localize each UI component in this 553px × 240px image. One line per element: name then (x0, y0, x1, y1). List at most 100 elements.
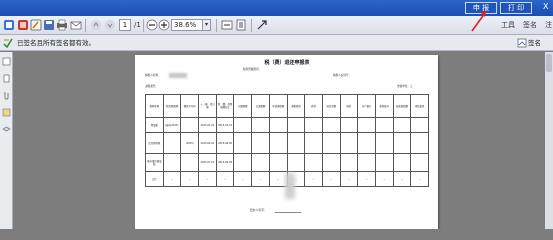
table-header-cell: 国库 (339, 94, 359, 118)
email-icon[interactable] (70, 19, 82, 31)
table-cell: -- (304, 171, 323, 187)
table-cell: -- (392, 171, 412, 187)
vertical-scrollbar[interactable] (545, 52, 553, 229)
table-header-row: 税种名称 税款所属期 缴款书号码 入（退）库日期 税（费）款所属期起止 已缴税额 已退税额申… (145, 94, 429, 118)
table-header-cell: 核准退税额 (392, 94, 412, 118)
table-cell: 2015-04-01 (198, 132, 217, 154)
table-cell (374, 132, 394, 154)
table-cell (304, 117, 323, 133)
table-cell: 国内(2015) (162, 117, 182, 133)
table-cell (286, 153, 306, 172)
table-cell: -- (251, 171, 270, 187)
table-cell: 合计 (145, 171, 164, 187)
full-screen-icon[interactable] (256, 19, 268, 31)
document-page: 税（费）退还申报表 税款所属期间： 纳税人名称： 纳税人识别号： 退税类型： 金… (135, 55, 438, 229)
table-cell: 2015-06-30 (215, 132, 235, 154)
page-number-input[interactable]: 1 (119, 19, 131, 31)
table-cell (410, 117, 429, 133)
open-pdf-icon[interactable] (17, 19, 29, 31)
table-cell (162, 153, 182, 172)
table-cell (233, 153, 253, 172)
bookmarks-icon[interactable] (2, 74, 11, 83)
signatures-icon[interactable] (2, 108, 11, 117)
table-cell: -- (357, 171, 376, 187)
layers-icon[interactable] (2, 125, 11, 134)
create-icon[interactable] (3, 19, 15, 31)
table-cell: -- (215, 171, 235, 187)
table-header-cell: 开户银行 (357, 94, 376, 118)
print-button[interactable]: 打 印 (500, 2, 532, 14)
pages-icon[interactable] (2, 57, 11, 66)
chevron-down-icon[interactable]: ▾ (203, 19, 211, 31)
zoom-level-field[interactable]: 38.6% (171, 19, 203, 31)
table-cell (374, 153, 394, 172)
table-header-cell: 退库金额 (321, 94, 341, 118)
table-header-cell: 已缴税额 (233, 94, 253, 118)
table-cell (357, 117, 376, 133)
signature-panel-icon[interactable] (517, 38, 527, 48)
table-cell: (2015) (180, 132, 200, 154)
table-cell (268, 153, 288, 172)
table-header-cell: 缴款书号码 (180, 94, 200, 118)
attachments-icon[interactable] (2, 91, 11, 100)
scrollbar-thumb[interactable] (546, 54, 552, 72)
toolbar-separator (85, 19, 86, 32)
signature-status-bar: 已签名且所有签名都有效。 签名 (0, 35, 553, 51)
table-cell (339, 132, 359, 154)
table-cell: 2015-07-01 (198, 153, 217, 172)
footer-label: 经办人签字： (250, 208, 267, 212)
table-cell: 增值税 (145, 117, 164, 133)
signature-panel-button[interactable]: 签名 (528, 38, 541, 48)
next-page-icon[interactable] (104, 19, 116, 31)
table-cell (321, 153, 341, 172)
pdf-viewer-window: { "topbar": { "apply_label": "申 报", "pri… (0, 0, 553, 229)
table-cell (304, 132, 323, 154)
table-header-cell: 税（费）款所属期起止 (215, 94, 235, 118)
table-cell (268, 132, 288, 154)
table-cell: -- (410, 171, 429, 187)
print-icon[interactable] (56, 19, 68, 31)
table-cell (321, 132, 341, 154)
table-cell: -- (321, 171, 341, 187)
table-cell (233, 132, 253, 154)
tools-menu[interactable]: 工具 (501, 20, 515, 30)
table-cell: 2015-09-30 (215, 153, 235, 172)
fit-page-icon[interactable] (235, 19, 247, 31)
table-cell (357, 153, 376, 172)
table-cell: -- (339, 171, 359, 187)
close-icon[interactable]: X (543, 1, 548, 13)
table-cell (268, 117, 288, 133)
edit-icon[interactable] (30, 19, 42, 31)
footer-signature-line (275, 212, 301, 213)
table-cell (251, 153, 270, 172)
table-cell: 企业所得税 (145, 132, 164, 154)
comment-menu[interactable]: 注 (545, 20, 552, 30)
table-cell (304, 153, 323, 172)
table-header-cell: 申请退税额 (268, 94, 288, 118)
save-icon[interactable] (43, 19, 55, 31)
table-cell (321, 117, 341, 133)
toolbar-separator (143, 19, 144, 32)
previous-page-icon[interactable] (90, 19, 102, 31)
table-cell (339, 117, 359, 133)
table-cell (233, 117, 253, 133)
table-cell: -- (180, 171, 200, 187)
signature-status-text: 已签名且所有签名都有效。 (17, 39, 95, 47)
table-cell (374, 117, 394, 133)
zoom-out-icon[interactable] (146, 19, 158, 31)
table-cell: -- (162, 171, 182, 187)
document-title: 税（费）退还申报表 (264, 60, 310, 66)
fit-width-icon[interactable] (221, 19, 233, 31)
table-cell (392, 153, 412, 172)
redacted-name (169, 73, 187, 78)
table-cell (410, 132, 429, 154)
left-navigation-pane (0, 52, 13, 229)
zoom-in-icon[interactable] (158, 19, 170, 31)
table-header-cell: 退税原因 (286, 94, 306, 118)
table-cell: -- (374, 171, 394, 187)
table-header-cell: 税种名称 (145, 94, 164, 118)
table-cell (392, 117, 412, 133)
table-header-cell: 审核意见 (410, 94, 429, 118)
sign-menu[interactable]: 签名 (523, 20, 537, 30)
table-cell: 2015-01-01 (198, 117, 217, 133)
